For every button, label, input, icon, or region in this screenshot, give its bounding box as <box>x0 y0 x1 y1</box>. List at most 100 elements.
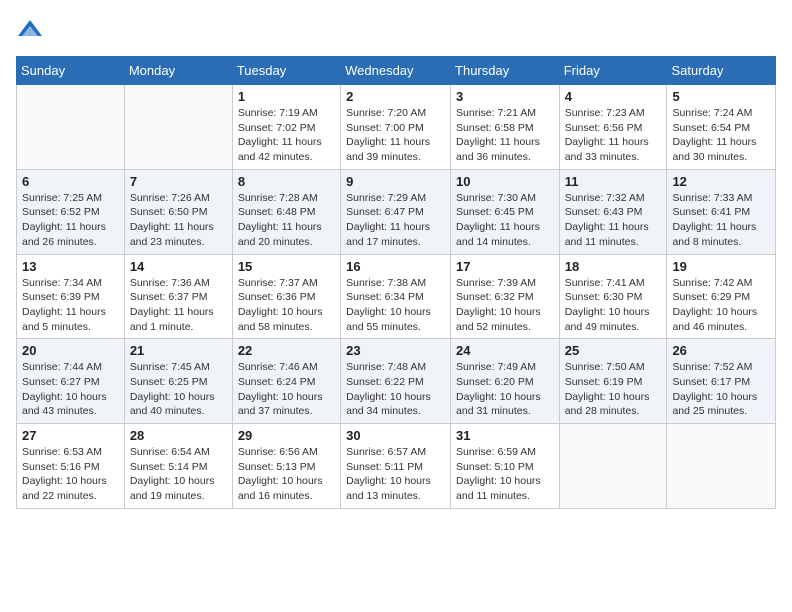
calendar-cell: 3 Sunrise: 7:21 AMSunset: 6:58 PMDaylight… <box>451 85 560 170</box>
day-number: 28 <box>130 428 227 443</box>
calendar-cell: 8 Sunrise: 7:28 AMSunset: 6:48 PMDaylight… <box>232 169 340 254</box>
calendar-cell: 7Sunrise: 7:26 AMSunset: 6:50 PMDaylight… <box>124 169 232 254</box>
calendar-cell <box>559 424 667 509</box>
day-info: Sunrise: 7:38 AMSunset: 6:34 PMDaylight:… <box>346 276 445 335</box>
day-number: 18 <box>565 259 662 274</box>
day-info: Sunrise: 7:29 AMSunset: 6:47 PMDaylight:… <box>346 191 445 250</box>
day-info: Sunrise: 6:59 AMSunset: 5:10 PMDaylight:… <box>456 445 554 504</box>
calendar-cell <box>17 85 125 170</box>
day-number: 19 <box>672 259 770 274</box>
weekday-header-wednesday: Wednesday <box>341 57 451 85</box>
calendar-cell: 12 Sunrise: 7:33 AMSunset: 6:41 PMDayligh… <box>667 169 776 254</box>
day-number: 21 <box>130 343 227 358</box>
day-info: Sunrise: 7:21 AMSunset: 6:58 PMDaylight:… <box>456 106 554 165</box>
calendar-cell: 2 Sunrise: 7:20 AMSunset: 7:00 PMDaylight… <box>341 85 451 170</box>
day-info: Sunrise: 7:48 AMSunset: 6:22 PMDaylight:… <box>346 360 445 419</box>
day-info: Sunrise: 7:46 AMSunset: 6:24 PMDaylight:… <box>238 360 335 419</box>
day-number: 12 <box>672 174 770 189</box>
day-number: 4 <box>565 89 662 104</box>
day-info: Sunrise: 7:34 AMSunset: 6:39 PMDaylight:… <box>22 276 119 335</box>
day-number: 20 <box>22 343 119 358</box>
day-info: Sunrise: 7:39 AMSunset: 6:32 PMDaylight:… <box>456 276 554 335</box>
day-info: Sunrise: 7:41 AMSunset: 6:30 PMDaylight:… <box>565 276 662 335</box>
calendar-cell: 18 Sunrise: 7:41 AMSunset: 6:30 PMDayligh… <box>559 254 667 339</box>
day-info: Sunrise: 7:23 AMSunset: 6:56 PMDaylight:… <box>565 106 662 165</box>
day-info: Sunrise: 7:19 AMSunset: 7:02 PMDaylight:… <box>238 106 335 165</box>
calendar-cell: 22 Sunrise: 7:46 AMSunset: 6:24 PMDayligh… <box>232 339 340 424</box>
calendar-cell: 23 Sunrise: 7:48 AMSunset: 6:22 PMDayligh… <box>341 339 451 424</box>
calendar-cell: 29 Sunrise: 6:56 AMSunset: 5:13 PMDayligh… <box>232 424 340 509</box>
day-number: 3 <box>456 89 554 104</box>
day-number: 22 <box>238 343 335 358</box>
page-header <box>16 16 776 44</box>
day-number: 29 <box>238 428 335 443</box>
day-number: 5 <box>672 89 770 104</box>
day-number: 25 <box>565 343 662 358</box>
calendar-cell: 5 Sunrise: 7:24 AMSunset: 6:54 PMDaylight… <box>667 85 776 170</box>
calendar-cell: 28 Sunrise: 6:54 AMSunset: 5:14 PMDayligh… <box>124 424 232 509</box>
weekday-header-monday: Monday <box>124 57 232 85</box>
calendar-cell: 11Sunrise: 7:32 AMSunset: 6:43 PMDayligh… <box>559 169 667 254</box>
day-info: Sunrise: 7:52 AMSunset: 6:17 PMDaylight:… <box>672 360 770 419</box>
calendar-cell: 13 Sunrise: 7:34 AMSunset: 6:39 PMDayligh… <box>17 254 125 339</box>
day-info: Sunrise: 6:54 AMSunset: 5:14 PMDaylight:… <box>130 445 227 504</box>
calendar-cell: 21 Sunrise: 7:45 AMSunset: 6:25 PMDayligh… <box>124 339 232 424</box>
day-number: 6 <box>22 174 119 189</box>
day-info: Sunrise: 7:33 AMSunset: 6:41 PMDaylight:… <box>672 191 770 250</box>
day-info: Sunrise: 7:49 AMSunset: 6:20 PMDaylight:… <box>456 360 554 419</box>
weekday-header-saturday: Saturday <box>667 57 776 85</box>
day-info: Sunrise: 6:56 AMSunset: 5:13 PMDaylight:… <box>238 445 335 504</box>
day-info: Sunrise: 7:30 AMSunset: 6:45 PMDaylight:… <box>456 191 554 250</box>
day-info: Sunrise: 7:36 AMSunset: 6:37 PMDaylight:… <box>130 276 227 335</box>
day-number: 27 <box>22 428 119 443</box>
calendar-cell: 30 Sunrise: 6:57 AMSunset: 5:11 PMDayligh… <box>341 424 451 509</box>
calendar-cell <box>667 424 776 509</box>
day-number: 15 <box>238 259 335 274</box>
weekday-header-thursday: Thursday <box>451 57 560 85</box>
day-number: 2 <box>346 89 445 104</box>
weekday-header-friday: Friday <box>559 57 667 85</box>
day-info: Sunrise: 7:50 AMSunset: 6:19 PMDaylight:… <box>565 360 662 419</box>
day-number: 26 <box>672 343 770 358</box>
day-info: Sunrise: 7:45 AMSunset: 6:25 PMDaylight:… <box>130 360 227 419</box>
day-info: Sunrise: 7:44 AMSunset: 6:27 PMDaylight:… <box>22 360 119 419</box>
calendar-cell <box>124 85 232 170</box>
day-info: Sunrise: 6:53 AMSunset: 5:16 PMDaylight:… <box>22 445 119 504</box>
calendar-cell: 31Sunrise: 6:59 AMSunset: 5:10 PMDayligh… <box>451 424 560 509</box>
day-number: 9 <box>346 174 445 189</box>
day-number: 23 <box>346 343 445 358</box>
calendar-table: SundayMondayTuesdayWednesdayThursdayFrid… <box>16 56 776 509</box>
calendar-cell: 6 Sunrise: 7:25 AMSunset: 6:52 PMDaylight… <box>17 169 125 254</box>
day-info: Sunrise: 7:28 AMSunset: 6:48 PMDaylight:… <box>238 191 335 250</box>
calendar-cell: 19Sunrise: 7:42 AMSunset: 6:29 PMDayligh… <box>667 254 776 339</box>
day-number: 14 <box>130 259 227 274</box>
day-number: 1 <box>238 89 335 104</box>
day-number: 10 <box>456 174 554 189</box>
day-number: 30 <box>346 428 445 443</box>
weekday-header-sunday: Sunday <box>17 57 125 85</box>
calendar-cell: 20 Sunrise: 7:44 AMSunset: 6:27 PMDayligh… <box>17 339 125 424</box>
day-info: Sunrise: 7:24 AMSunset: 6:54 PMDaylight:… <box>672 106 770 165</box>
calendar-cell: 24 Sunrise: 7:49 AMSunset: 6:20 PMDayligh… <box>451 339 560 424</box>
calendar-cell: 26 Sunrise: 7:52 AMSunset: 6:17 PMDayligh… <box>667 339 776 424</box>
logo-icon <box>16 16 44 44</box>
calendar-cell: 10 Sunrise: 7:30 AMSunset: 6:45 PMDayligh… <box>451 169 560 254</box>
day-info: Sunrise: 7:37 AMSunset: 6:36 PMDaylight:… <box>238 276 335 335</box>
calendar-cell: 14 Sunrise: 7:36 AMSunset: 6:37 PMDayligh… <box>124 254 232 339</box>
calendar-cell: 16 Sunrise: 7:38 AMSunset: 6:34 PMDayligh… <box>341 254 451 339</box>
day-number: 16 <box>346 259 445 274</box>
day-number: 8 <box>238 174 335 189</box>
calendar-cell: 25 Sunrise: 7:50 AMSunset: 6:19 PMDayligh… <box>559 339 667 424</box>
day-number: 24 <box>456 343 554 358</box>
logo <box>16 16 48 44</box>
day-info: Sunrise: 7:20 AMSunset: 7:00 PMDaylight:… <box>346 106 445 165</box>
day-number: 13 <box>22 259 119 274</box>
calendar-cell: 27 Sunrise: 6:53 AMSunset: 5:16 PMDayligh… <box>17 424 125 509</box>
day-info: Sunrise: 7:25 AMSunset: 6:52 PMDaylight:… <box>22 191 119 250</box>
day-number: 11 <box>565 174 662 189</box>
day-info: Sunrise: 7:26 AMSunset: 6:50 PMDaylight:… <box>130 191 227 250</box>
calendar-cell: 15 Sunrise: 7:37 AMSunset: 6:36 PMDayligh… <box>232 254 340 339</box>
day-info: Sunrise: 6:57 AMSunset: 5:11 PMDaylight:… <box>346 445 445 504</box>
calendar-cell: 4 Sunrise: 7:23 AMSunset: 6:56 PMDaylight… <box>559 85 667 170</box>
weekday-header-tuesday: Tuesday <box>232 57 340 85</box>
